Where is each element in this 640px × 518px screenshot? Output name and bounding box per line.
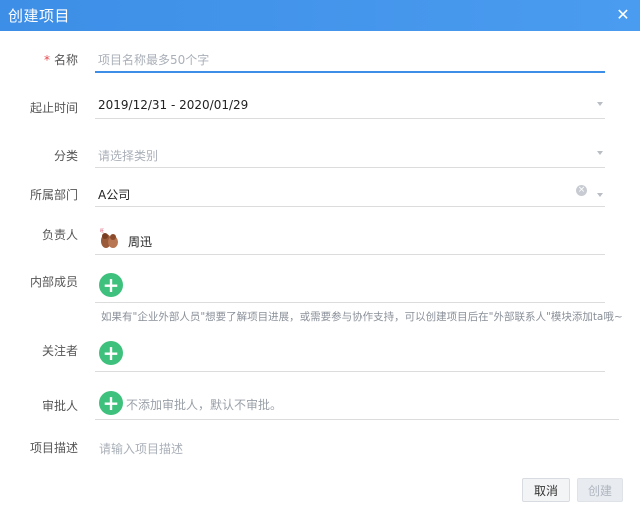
date-range-label: 起止时间 xyxy=(29,101,78,115)
dialog-title: 创建项目 xyxy=(8,7,71,25)
followers-picker xyxy=(95,340,605,372)
name-placeholder: 项目名称最多50个字 xyxy=(98,53,210,67)
followers-label: 关注者 xyxy=(41,344,78,358)
chevron-down-icon xyxy=(597,193,603,197)
department-select[interactable]: A公司 × xyxy=(95,182,605,207)
owner-label: 负责人 xyxy=(41,228,78,242)
add-approver-button[interactable]: + xyxy=(99,391,123,415)
category-placeholder: 请选择类别 xyxy=(98,149,159,163)
members-picker xyxy=(95,272,605,303)
description-label: 项目描述 xyxy=(29,441,78,455)
department-value: A公司 xyxy=(98,188,131,202)
svg-text:旺: 旺 xyxy=(100,228,104,233)
department-label: 所属部门 xyxy=(29,188,78,202)
description-textarea[interactable]: 请输入项目描述 xyxy=(99,440,183,457)
cancel-button[interactable]: 取消 xyxy=(522,478,570,502)
name-label: * 名称 xyxy=(43,53,78,67)
chevron-down-icon xyxy=(597,102,603,106)
category-select[interactable]: 请选择类别 xyxy=(95,143,605,168)
date-range-picker[interactable]: 2019/12/31 - 2020/01/29 xyxy=(95,94,605,119)
chevron-down-icon xyxy=(597,151,603,155)
approver-label: 审批人 xyxy=(41,399,78,413)
owner-picker[interactable]: 旺 周迅 xyxy=(95,228,605,255)
name-input[interactable]: 项目名称最多50个字 xyxy=(95,47,605,73)
members-label: 内部成员 xyxy=(29,275,78,289)
create-button[interactable]: 创建 xyxy=(577,478,623,502)
close-icon[interactable]: ✕ xyxy=(614,6,632,24)
clear-icon[interactable]: × xyxy=(576,185,587,196)
create-project-dialog: 创建项目 ✕ * 名称 项目名称最多50个字 起止时间 2019/12/31 - … xyxy=(0,0,640,518)
members-hint: 如果有"企业外部人员"想要了解项目进展，或需要参与协作支持，可以创建项目后在"外… xyxy=(101,311,623,323)
add-member-button[interactable]: + xyxy=(99,273,123,297)
date-range-value: 2019/12/31 - 2020/01/29 xyxy=(98,98,249,112)
dialog-header: 创建项目 ✕ xyxy=(0,0,640,31)
owner-avatar: 旺 xyxy=(100,228,118,248)
add-follower-button[interactable]: + xyxy=(99,341,123,365)
required-mark: * xyxy=(43,53,50,67)
owner-name: 周迅 xyxy=(128,235,153,249)
category-label: 分类 xyxy=(53,149,78,163)
approver-note: 不添加审批人，默认不审批。 xyxy=(126,398,283,412)
